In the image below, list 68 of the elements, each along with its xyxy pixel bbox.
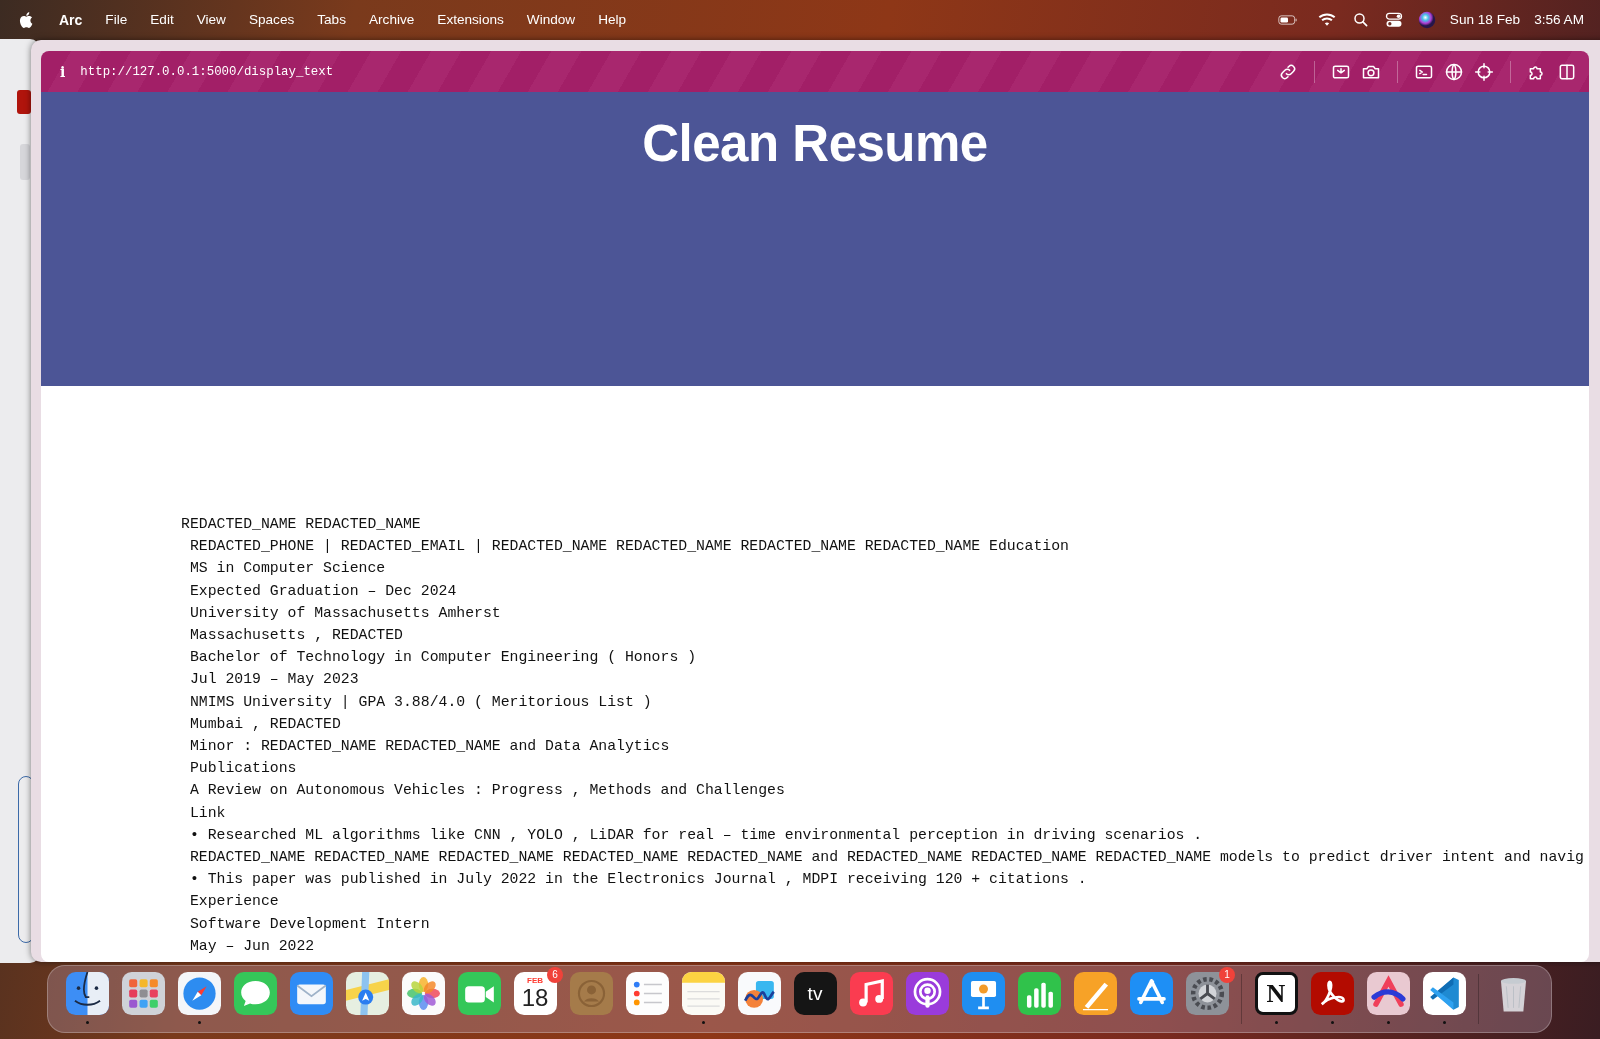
crosshair-icon[interactable] — [1474, 61, 1494, 82]
menu-item[interactable]: File — [105, 12, 128, 27]
envelope-icon[interactable] — [289, 972, 333, 1015]
menu-item[interactable]: Spaces — [248, 12, 295, 27]
text-line: Massachusetts , REDACTED — [188, 626, 404, 645]
menu-item[interactable]: Extensions — [437, 12, 504, 27]
text-line: Link — [188, 803, 227, 823]
video-camera-icon[interactable] — [457, 972, 501, 1015]
tv-icon[interactable]: tv — [793, 972, 837, 1015]
text-line: Jul 2019 – May 2023 — [188, 670, 360, 690]
globe-icon[interactable] — [1444, 61, 1464, 82]
flower-icon[interactable] — [401, 972, 445, 1015]
page-title: Clean Resume — [642, 114, 988, 174]
notification-badge: 1 — [1219, 967, 1235, 983]
app-menu[interactable]: Arc — [59, 11, 83, 28]
orb-icon[interactable] — [1417, 10, 1436, 29]
text-line: Expected Graduation – Dec 2024 — [188, 581, 458, 601]
text-line: Software Development Intern — [188, 914, 431, 934]
notification-badge: 6 — [547, 967, 563, 983]
gear-icon[interactable] — [1185, 972, 1229, 1015]
finder-icon[interactable] — [65, 972, 109, 1015]
compass-icon[interactable] — [177, 972, 221, 1015]
text-line: May – Jun 2022 — [188, 936, 316, 956]
notepad-icon[interactable] — [681, 972, 725, 1015]
app-store-icon[interactable] — [1129, 972, 1173, 1015]
menu-item[interactable]: Help — [598, 12, 627, 27]
calendar-day: 18 — [521, 985, 549, 1011]
text-line: MS in Computer Science — [188, 559, 387, 579]
text-line: A Review on Autonomous Vehicles : Progress , Methods and Challenges — [188, 781, 786, 801]
menu-item[interactable]: Window — [526, 12, 576, 27]
checklist-icon[interactable] — [625, 972, 669, 1015]
text-line: NMIMS University | GPA 3.88/4.0 ( Meritorious List ) — [188, 692, 653, 712]
text-line: REDACTED_NAME REDACTED_NAME REDACTED_NAME REDACTED_NAME REDACTED_NAME and REDACTED_NAME REDACTED_NAME REDACTED_NAME models to predict driver intent and navig — [188, 848, 1585, 868]
menu-item[interactable]: Edit — [150, 12, 174, 27]
text-line: • This paper was published in July 2022 in the Electronics Journal , MDPI receiving 120 + citations . — [188, 870, 1088, 890]
text-line: REDACTED_PHONE | REDACTED_EMAIL | REDACTED_NAME REDACTED_NAME REDACTED_NAME REDACTED_NAME Education — [188, 537, 1070, 557]
text-line: REDACTED_NAME REDACTED_NAME — [181, 515, 422, 534]
text-line: Bachelor of Technology in Computer Engineering ( Honors ) — [188, 648, 697, 668]
clock-time[interactable]: 3:56 AM — [1534, 12, 1584, 27]
app-icon — [17, 90, 31, 114]
sidebar-panel — [20, 144, 30, 180]
text-line: University of Massachusetts Amherst — [188, 603, 502, 623]
notion-icon[interactable]: N — [1254, 972, 1298, 1015]
code-editor-icon[interactable] — [1422, 972, 1466, 1015]
info-icon[interactable]: i — [60, 63, 66, 80]
text-line: Publications — [188, 759, 298, 779]
grid-icon[interactable] — [121, 972, 165, 1015]
text-line: Mumbai , REDACTED — [188, 714, 342, 734]
bar-chart-icon[interactable] — [1017, 972, 1061, 1015]
link-icon[interactable] — [1278, 61, 1298, 82]
text-line: • Researched ML algorithms like CNN , YOLO , LiDAR for real – time environmental perception in driving scenarios . — [188, 825, 1204, 845]
arc-icon[interactable] — [1366, 972, 1410, 1015]
menu-item[interactable]: Tabs — [317, 12, 346, 27]
document-icon[interactable] — [1310, 972, 1354, 1015]
chat-bubble-icon[interactable] — [233, 972, 277, 1015]
calendar-month: FEB — [527, 976, 543, 985]
podcast-icon[interactable] — [905, 972, 949, 1015]
menu-item[interactable]: Archive — [369, 12, 415, 27]
text-line: Minor : REDACTED_NAME REDACTED_NAME and Data Analytics — [188, 737, 671, 757]
clock-date[interactable]: Sun 18 Feb — [1449, 12, 1521, 27]
menu-item[interactable]: View — [196, 12, 226, 27]
url-field[interactable]: http://127.0.0.1:5000/display_text — [80, 64, 334, 79]
scribble-icon[interactable] — [737, 972, 781, 1015]
lectern-icon[interactable] — [961, 972, 1005, 1015]
music-note-icon[interactable] — [849, 972, 893, 1015]
map-icon[interactable] — [345, 972, 389, 1015]
pen-icon[interactable] — [1073, 972, 1117, 1015]
text-line: Experience — [188, 892, 280, 912]
